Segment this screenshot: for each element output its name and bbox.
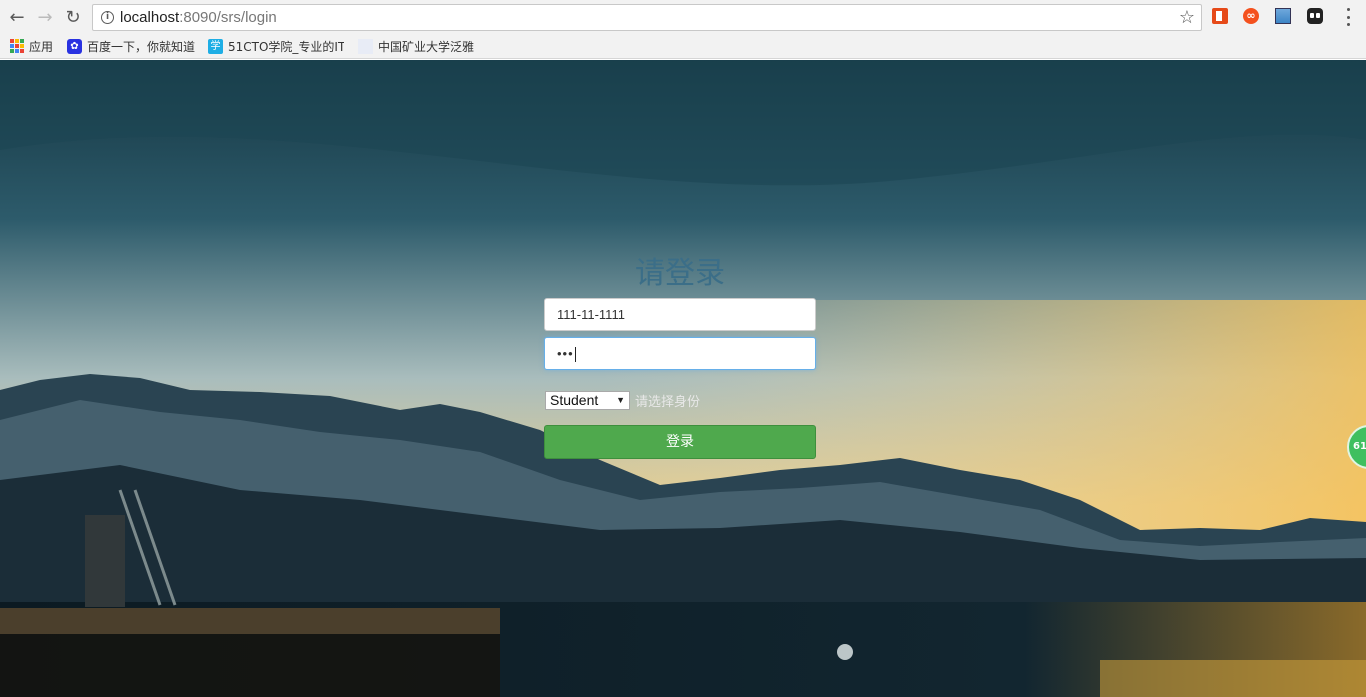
bookmark-label: 应用 (29, 39, 54, 54)
ghost-extension-icon[interactable] (1307, 8, 1323, 24)
dropdown-arrow-icon: ▼ (616, 394, 625, 405)
bookmark-cumt[interactable]: 中国矿业大学泛雅 (358, 37, 474, 55)
office-extension-icon[interactable] (1212, 8, 1228, 24)
apps-grid-icon (10, 38, 24, 54)
reload-icon[interactable]: ↻ (62, 6, 84, 28)
bookmarks-bar: 应用 ✿ 百度一下，你就知道 学 51CTO学院_专业的IT 中国矿业大学泛雅 (0, 34, 1366, 59)
login-page: 请登录 111-11-1111 ••• Student ▼ 请选择身份 登录 6… (0, 60, 1366, 697)
bookmark-star-icon[interactable]: ☆ (1179, 7, 1195, 28)
bookmark-apps[interactable]: 应用 (10, 37, 53, 55)
login-title: 请登录 (635, 256, 725, 291)
loop-extension-icon[interactable]: ∞ (1243, 8, 1259, 24)
landscape-background (0, 60, 1366, 697)
forward-icon[interactable]: → (34, 6, 56, 28)
role-hint: 请选择身份 (635, 394, 701, 410)
bookmark-label: 中国矿业大学泛雅 (378, 39, 475, 54)
password-input[interactable]: ••• (544, 337, 816, 370)
bookmark-51cto[interactable]: 学 51CTO学院_专业的IT (208, 37, 344, 55)
text-caret (574, 347, 576, 363)
bookmark-label: 51CTO学院_专业的IT (228, 39, 344, 54)
url-text: localhost:8090/srs/login (120, 9, 277, 26)
login-button[interactable]: 登录 (544, 425, 816, 459)
baidu-paw-icon: ✿ (67, 38, 82, 54)
bookmark-label: 百度一下，你就知道 (87, 39, 196, 54)
back-icon[interactable]: ← (6, 6, 28, 28)
51cto-icon: 学 (208, 38, 223, 54)
username-value: 111-11-1111 (557, 307, 625, 322)
info-icon[interactable]: i (101, 11, 114, 24)
username-input[interactable]: 111-11-1111 (544, 298, 816, 331)
role-select[interactable]: Student ▼ (545, 390, 630, 410)
cumt-icon (358, 38, 373, 54)
browser-toolbar: ← → ↻ i localhost:8090/srs/login ☆ ∞ (0, 0, 1366, 34)
image-extension-icon[interactable] (1275, 8, 1291, 24)
bookmark-baidu[interactable]: ✿ 百度一下，你就知道 (67, 37, 195, 55)
address-bar[interactable]: i localhost:8090/srs/login ☆ (92, 4, 1202, 31)
role-selected-value: Student (550, 391, 599, 408)
browser-menu-icon[interactable] (1343, 8, 1353, 26)
password-mask: ••• (557, 346, 574, 361)
role-row: Student ▼ 请选择身份 (545, 390, 700, 410)
